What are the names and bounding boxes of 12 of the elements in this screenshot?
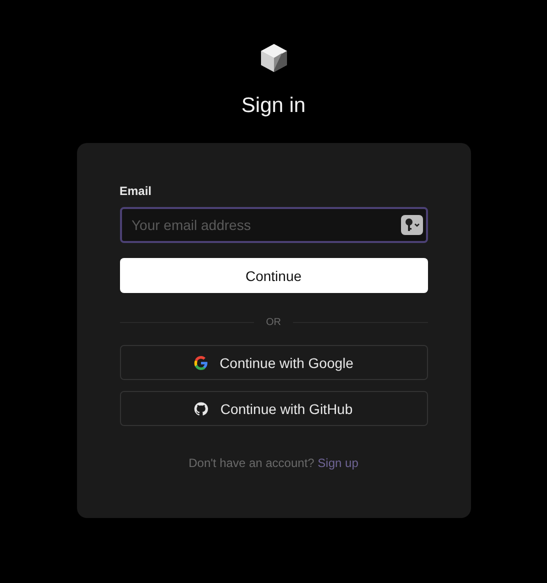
cube-logo-icon	[260, 43, 288, 73]
google-sign-in-button[interactable]: Continue with Google	[120, 345, 428, 380]
key-icon[interactable]	[400, 215, 422, 235]
continue-button[interactable]: Continue	[120, 258, 428, 293]
field-label: Email	[120, 183, 152, 199]
email-field[interactable]: Your email address	[120, 207, 428, 243]
github-icon	[194, 402, 208, 416]
google-g-icon	[194, 356, 208, 370]
page-title: Sign in	[241, 93, 306, 119]
github-sign-in-button[interactable]: Continue with GitHub	[120, 391, 428, 426]
sign-up-prompt: Don't have an account? Sign up	[188, 456, 360, 470]
divider-label: OR	[266, 316, 281, 328]
